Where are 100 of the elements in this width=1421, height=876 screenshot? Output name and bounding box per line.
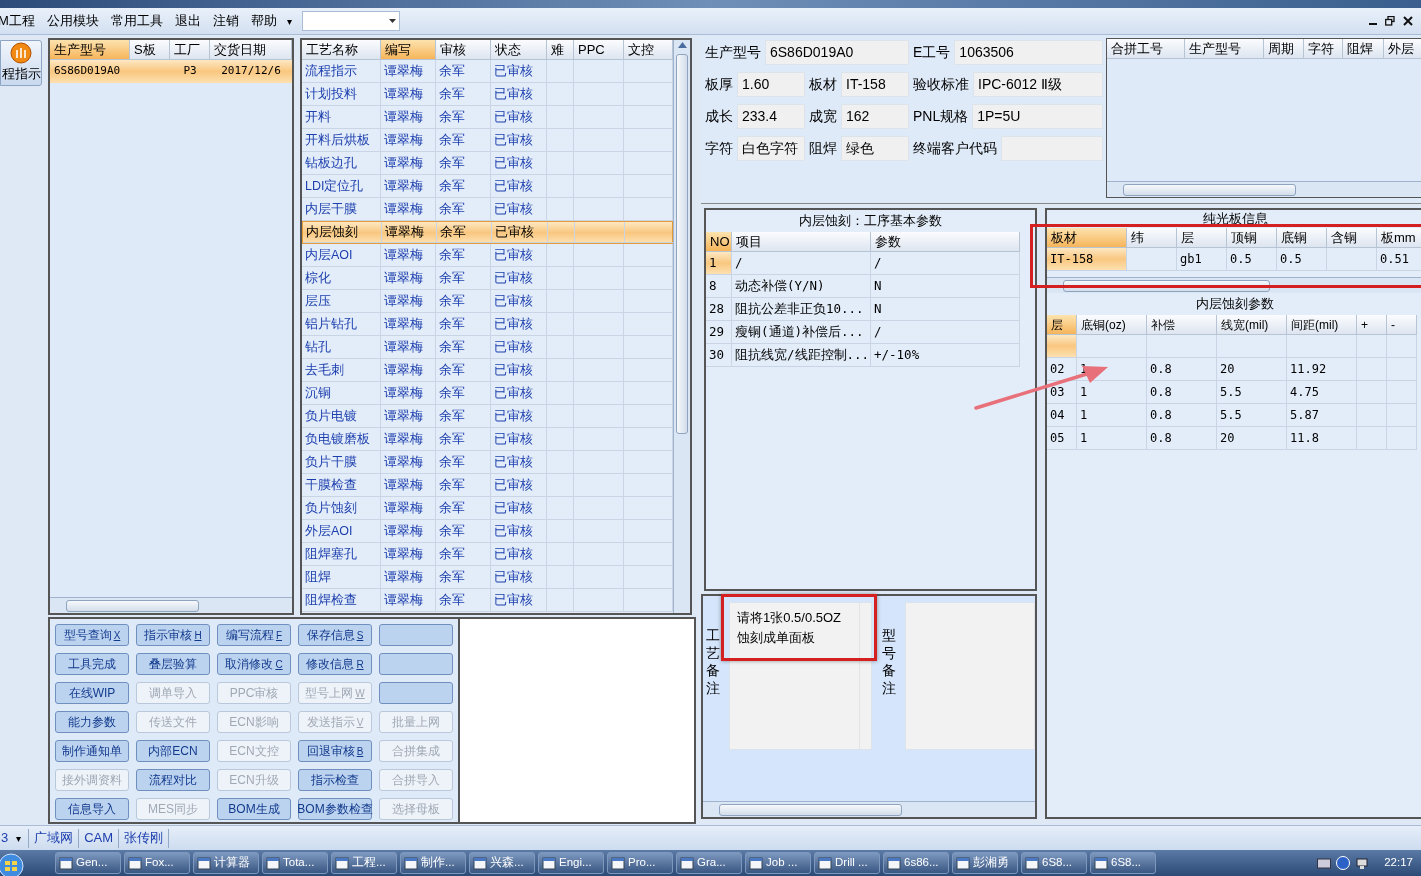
note-box[interactable]: 请将1张0.5/0.5OZ 蚀刻成单面板 <box>729 602 873 751</box>
column-header[interactable]: 工厂 <box>170 40 210 60</box>
toolbar-button[interactable]: 指示审核 H <box>136 624 210 646</box>
column-header[interactable]: 生产型号 <box>50 40 130 60</box>
taskbar-button[interactable]: 计算器 <box>193 852 259 874</box>
taskbar-button[interactable]: 6s86... <box>883 852 949 874</box>
taskbar-button[interactable]: 6S8... <box>1021 852 1087 874</box>
table-row[interactable]: 负片蚀刻 谭翠梅 余军 已审核 <box>302 497 673 520</box>
table-row[interactable]: 钻孔 谭翠梅 余军 已审核 <box>302 336 673 359</box>
taskbar-button[interactable]: Tota... <box>262 852 328 874</box>
blank-button[interactable] <box>379 653 453 675</box>
column-header[interactable]: 难 <box>547 40 574 60</box>
toolbar-button[interactable]: 能力参数 <box>55 711 129 733</box>
menu-item[interactable]: 注销 <box>206 11 245 31</box>
column-header[interactable]: 含铜 <box>1327 228 1377 249</box>
column-header[interactable]: 层 <box>1047 315 1077 336</box>
toolbar-button[interactable]: 制作通知单 <box>55 740 129 762</box>
column-header[interactable]: 生产型号 <box>1185 39 1264 59</box>
column-header[interactable]: - <box>1387 315 1417 336</box>
column-header[interactable]: 交货日期 <box>210 40 292 60</box>
table-row[interactable]: 阻焊塞孔 谭翠梅 余军 已审核 <box>302 543 673 566</box>
dropdown-caret[interactable]: ▾ <box>8 830 29 846</box>
column-header[interactable]: 合拼工号 <box>1107 39 1185 59</box>
table-row[interactable]: 铝片钻孔 谭翠梅 余军 已审核 <box>302 313 673 336</box>
column-header[interactable]: 间距(mil) <box>1287 315 1357 336</box>
column-header[interactable]: 阻焊 <box>1343 39 1384 59</box>
toolbar-button[interactable]: BOM生成 <box>217 798 291 820</box>
column-header[interactable]: + <box>1357 315 1387 336</box>
column-header[interactable]: 周期 <box>1264 39 1304 59</box>
table-row[interactable]: 负片电镀 谭翠梅 余军 已审核 <box>302 405 673 428</box>
menu-item[interactable]: 常用工具 <box>104 11 169 31</box>
table-row[interactable]: 沉铜 谭翠梅 余军 已审核 <box>302 382 673 405</box>
blank-button[interactable] <box>379 624 453 646</box>
taskbar-button[interactable]: 工程... <box>331 852 397 874</box>
table-row[interactable]: 计划投料 谭翠梅 余军 已审核 <box>302 83 673 106</box>
taskbar-button[interactable]: Gra... <box>676 852 742 874</box>
combo-field[interactable] <box>301 11 400 31</box>
toolbar-button[interactable]: 叠层验算 <box>136 653 210 675</box>
text-field[interactable]: IT-158 <box>841 72 909 97</box>
column-header[interactable]: 层 <box>1177 228 1227 249</box>
toolbar-button[interactable]: 保存信息 S <box>298 624 372 646</box>
table-row[interactable]: 负片干膜 谭翠梅 余军 已审核 <box>302 451 673 474</box>
table-row[interactable]: 内层蚀刻 谭翠梅 余军 已审核 <box>302 221 673 244</box>
horizontal-scrollbar[interactable] <box>50 597 292 613</box>
menu-item[interactable]: 退出 <box>168 11 207 31</box>
column-header[interactable]: 底铜 <box>1277 228 1327 249</box>
text-field[interactable]: 白色字符 <box>737 136 805 161</box>
vertical-scrollbar[interactable] <box>673 40 690 613</box>
column-header[interactable]: 字符 <box>1304 39 1343 59</box>
table-row[interactable]: 流程指示 谭翠梅 余军 已审核 <box>302 60 673 83</box>
table-row[interactable]: LDI定位孔 谭翠梅 余军 已审核 <box>302 175 673 198</box>
blank-button[interactable] <box>379 682 453 704</box>
horizontal-scrollbar[interactable] <box>1107 181 1421 197</box>
toolbar-button[interactable]: 工具完成 <box>55 653 129 675</box>
text-field[interactable]: 1.60 <box>737 72 805 97</box>
table-row[interactable]: 去毛刺 谭翠梅 余军 已审核 <box>302 359 673 382</box>
toolbar-button[interactable]: 编写流程 F <box>217 624 291 646</box>
column-header[interactable]: 项目 <box>732 232 871 253</box>
column-header[interactable]: 审核 <box>436 40 491 60</box>
column-header[interactable]: 纬 <box>1127 228 1177 249</box>
menu-item[interactable]: 帮助 <box>244 11 283 31</box>
taskbar-button[interactable]: 6S8... <box>1090 852 1156 874</box>
taskbar-button[interactable]: Engi... <box>538 852 604 874</box>
toolbar-button[interactable]: 修改信息 R <box>298 653 372 675</box>
column-header[interactable]: 工艺名称 <box>302 40 381 60</box>
taskbar-button[interactable]: Drill ... <box>814 852 880 874</box>
text-field[interactable]: 233.4 <box>737 104 805 129</box>
toolbar-button[interactable]: 指示检查 <box>298 769 372 791</box>
toolbar-button[interactable]: 型号查询 X <box>55 624 129 646</box>
column-header[interactable]: 状态 <box>491 40 547 60</box>
column-header[interactable]: 顶铜 <box>1227 228 1277 249</box>
taskbar-button[interactable]: 兴森... <box>469 852 535 874</box>
taskbar-button[interactable]: 彭湘勇 <box>952 852 1018 874</box>
column-header[interactable]: 补偿 <box>1147 315 1217 336</box>
taskbar-button[interactable]: Gen... <box>55 852 121 874</box>
table-row[interactable]: 开料 谭翠梅 余军 已审核 <box>302 106 673 129</box>
text-field[interactable]: 162 <box>841 104 909 129</box>
horizontal-scrollbar[interactable] <box>703 801 1035 818</box>
toolbar-button[interactable]: 信息导入 <box>55 798 129 820</box>
taskbar-button[interactable]: Pro... <box>607 852 673 874</box>
table-row[interactable]: 6S86D019A0 P3 2017/12/6 <box>50 60 292 83</box>
table-row[interactable]: 开料后烘板 谭翠梅 余军 已审核 <box>302 129 673 152</box>
column-header[interactable]: 编写 <box>381 40 436 60</box>
column-header[interactable]: S板 <box>130 40 170 60</box>
toolbar-button[interactable]: 取消修改 C <box>217 653 291 675</box>
text-field[interactable]: IPC-6012 Ⅱ级 <box>973 72 1103 97</box>
side-button[interactable]: 程指示 <box>0 40 42 86</box>
table-row[interactable]: 阻焊 谭翠梅 余军 已审核 <box>302 566 673 589</box>
text-field[interactable]: 1063506 <box>954 40 1103 65</box>
column-header[interactable]: 参数 <box>871 232 1020 253</box>
menu-item[interactable]: 公用模块 <box>40 11 105 31</box>
table-row[interactable]: 干膜检查 谭翠梅 余军 已审核 <box>302 474 673 497</box>
toolbar-button[interactable]: BOM参数检查 <box>298 798 372 820</box>
column-header[interactable]: 外层 <box>1384 39 1421 59</box>
taskbar-button[interactable]: Fox... <box>124 852 190 874</box>
text-field[interactable]: 绿色 <box>841 136 909 161</box>
table-row[interactable]: 层压 谭翠梅 余军 已审核 <box>302 290 673 313</box>
toolbar-button[interactable]: 回退审核 B <box>298 740 372 762</box>
toolbar-button[interactable]: 流程对比 <box>136 769 210 791</box>
table-row[interactable]: 棕化 谭翠梅 余军 已审核 <box>302 267 673 290</box>
